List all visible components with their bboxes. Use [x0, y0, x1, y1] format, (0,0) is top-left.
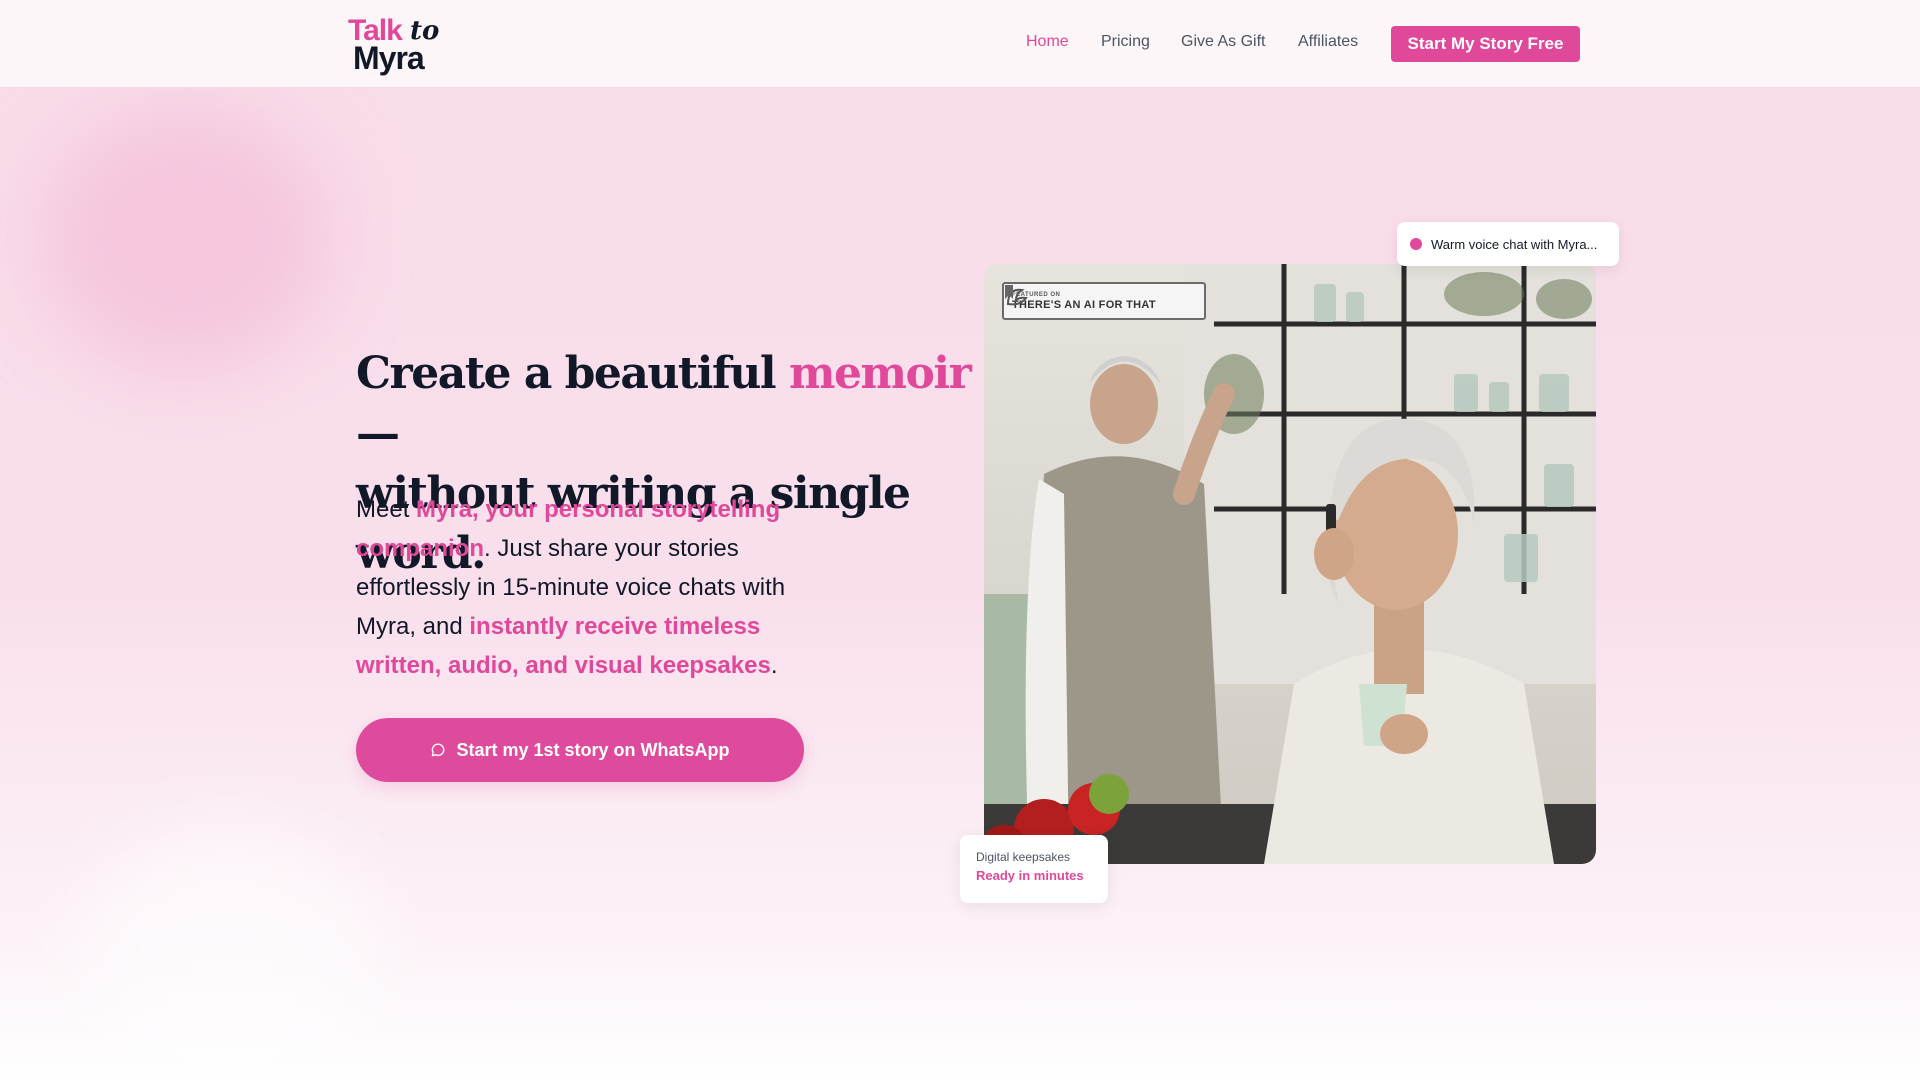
voice-chat-pill: Warm voice chat with Myra...	[1397, 222, 1619, 266]
body-text: .	[770, 652, 778, 679]
bookmark-icon	[1005, 285, 1013, 299]
background-blob	[80, 820, 380, 1080]
start-whatsapp-story-button[interactable]: Start my 1st story on WhatsApp	[356, 718, 804, 782]
featured-badge[interactable]: FEATURED ON THERE'S AN AI FOR THAT	[1002, 282, 1206, 320]
chat-bubble-icon	[432, 743, 445, 757]
hero-description: Meet Myra, your personal storytelling co…	[356, 490, 826, 685]
hero-title-accent: memoir	[788, 348, 972, 399]
body-text: Meet	[356, 496, 417, 523]
logo-myra: Myra	[353, 40, 425, 76]
hero-photo: FEATURED ON THERE'S AN AI FOR THAT	[984, 264, 1596, 864]
badge-big-text: THERE'S AN AI FOR THAT	[1012, 298, 1156, 311]
hero-title-part1: Create a beautiful	[356, 348, 777, 399]
start-my-story-free-button[interactable]: Start My Story Free	[1391, 26, 1580, 62]
nav-give-as-gift[interactable]: Give As Gift	[1181, 33, 1265, 51]
nav-pricing[interactable]: Pricing	[1101, 33, 1150, 51]
keepsake-card: Digital keepsakes Ready in minutes	[960, 835, 1108, 903]
background-blob	[40, 110, 330, 370]
logo[interactable]: Talk to Myra	[348, 14, 443, 76]
keepsake-value: Ready in minutes	[976, 868, 1084, 883]
site-header: Talk to Myra Home Pricing Give As Gift A…	[0, 0, 1920, 88]
cta-label: Start my 1st story on WhatsApp	[456, 739, 730, 760]
nav-affiliates[interactable]: Affiliates	[1298, 33, 1358, 51]
badge-small-text: FEATURED ON	[1012, 291, 1061, 298]
nav-home[interactable]: Home	[1026, 33, 1069, 51]
voice-chat-text: Warm voice chat with Myra...	[1431, 236, 1598, 252]
hero-title-dash: —	[356, 408, 400, 459]
keepsake-label: Digital keepsakes	[976, 850, 1071, 864]
hero-photo-illustration	[984, 264, 1596, 864]
status-dot-icon	[1410, 238, 1422, 250]
